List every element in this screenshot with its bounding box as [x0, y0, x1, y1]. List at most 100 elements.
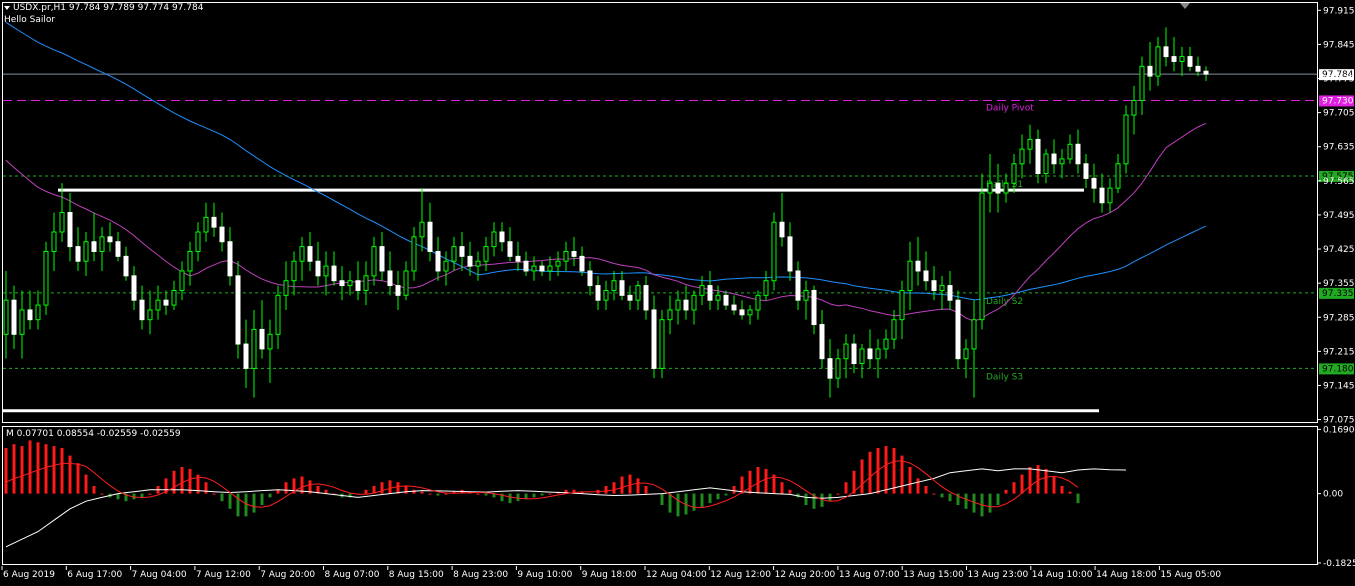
candle-body: [1027, 138, 1033, 150]
histogram-bar: [724, 493, 728, 496]
candle-body: [1139, 65, 1145, 101]
candle-body: [1107, 187, 1113, 204]
candle-body: [467, 255, 473, 267]
candle-body: [915, 260, 921, 272]
histogram-bar: [204, 482, 208, 494]
candle-body: [243, 343, 249, 369]
candle-body: [1115, 163, 1121, 189]
candle-body: [747, 309, 753, 316]
candle-body: [987, 182, 993, 194]
candle-body: [955, 299, 961, 360]
histogram-bar: [116, 493, 120, 500]
histogram-bar: [964, 493, 968, 509]
osc-tick-label: 0.1690: [1323, 426, 1355, 435]
level-price-label: 97.335: [1322, 289, 1354, 299]
main-chart-panel[interactable]: Daily Pivot97.730Daily S197.575Daily S29…: [0, 0, 1355, 426]
candle-body: [963, 348, 969, 360]
candle-body: [819, 324, 825, 360]
histogram-bar: [36, 442, 40, 494]
candle-body: [563, 250, 569, 262]
candle-body: [667, 309, 673, 321]
histogram-bar: [140, 493, 144, 498]
candle-body: [883, 338, 889, 350]
candle-body: [427, 221, 433, 252]
candle-body: [387, 270, 393, 287]
histogram-bar: [716, 493, 720, 500]
price-tick-label: 97.215: [1323, 347, 1355, 357]
price-tick-label: 97.775: [1323, 75, 1355, 85]
candle-body: [43, 250, 49, 306]
histogram-bar: [100, 493, 104, 495]
candle-body: [67, 212, 73, 248]
histogram-bar: [268, 493, 272, 498]
candle-body: [411, 236, 417, 272]
candle-body: [939, 285, 945, 291]
time-tick-label: 7 Aug 20:00: [260, 570, 315, 580]
time-tick-label: 12 Aug 20:00: [775, 570, 836, 580]
histogram-bar: [380, 482, 384, 494]
histogram-bar: [932, 493, 936, 495]
candle-body: [1059, 158, 1065, 165]
histogram-bar: [84, 474, 88, 494]
candle-body: [443, 260, 449, 272]
histogram-bar: [1028, 467, 1032, 494]
candle-body: [1067, 143, 1073, 160]
candle-body: [267, 333, 273, 350]
candle-body: [579, 255, 585, 272]
time-tick-label: 7 Aug 04:00: [132, 570, 187, 580]
oscillator-panel[interactable]: 0.1690 0.00 -0.1825 M 0.07701 0.08554 -0.0…: [0, 426, 1355, 566]
time-tick-label: 9 Aug 18:00: [582, 570, 637, 580]
histogram-bar: [692, 493, 696, 511]
level-name: Daily S3: [986, 372, 1023, 382]
price-tick-label: 97.705: [1323, 109, 1355, 119]
histogram-bar: [668, 493, 672, 513]
histogram-bar: [260, 493, 264, 505]
price-tick-label: 97.285: [1323, 313, 1355, 323]
candle-body: [35, 304, 41, 321]
oscillator-chart: 0.1690 0.00 -0.1825: [2, 426, 1355, 566]
time-tick-label: 7 Aug 12:00: [196, 570, 251, 580]
candle-body: [499, 231, 505, 243]
candle-body: [1003, 182, 1009, 194]
candle-body: [707, 285, 713, 301]
candle-body: [859, 348, 865, 365]
candle-body: [627, 294, 633, 301]
price-tick-label: 97.915: [1323, 6, 1355, 16]
candle-body: [571, 250, 577, 257]
candle-body: [1043, 153, 1049, 175]
candle-body: [651, 309, 657, 369]
candle-body: [1187, 56, 1193, 67]
time-tick-label: 9 Aug 10:00: [517, 570, 572, 580]
histogram-bar: [868, 451, 872, 494]
time-axis: 6 Aug 2019 6 Aug 17:00 7 Aug 04:00 7 Aug 12…: [0, 566, 1355, 586]
candle-body: [795, 270, 801, 301]
candle-body: [1163, 46, 1169, 58]
histogram-bar: [284, 482, 288, 494]
candle-body: [659, 319, 665, 369]
candle-body: [611, 280, 617, 291]
histogram-bar: [708, 493, 712, 504]
histogram-bar: [236, 493, 240, 517]
candle-body: [515, 255, 521, 262]
level-price-label: 97.180: [1322, 364, 1354, 374]
candle-body: [475, 260, 481, 267]
candle-body: [1035, 138, 1041, 175]
candle-body: [843, 343, 849, 360]
dropdown-arrow-icon[interactable]: [4, 5, 10, 10]
candle-body: [595, 285, 601, 301]
candle-body: [99, 236, 105, 252]
scroll-marker-icon[interactable]: [1180, 3, 1190, 9]
candle-body: [603, 289, 609, 301]
price-tick-label: 97.355: [1323, 279, 1355, 289]
candle-body: [1011, 163, 1017, 184]
histogram-bar: [1004, 489, 1008, 494]
candle-body: [739, 309, 745, 316]
candle-body: [227, 241, 233, 277]
candle-body: [643, 285, 649, 311]
histogram-bar: [884, 446, 888, 494]
candle-body: [1155, 46, 1161, 77]
histogram-bar: [892, 448, 896, 494]
histogram-bar: [28, 440, 32, 494]
histogram-bar: [988, 493, 992, 513]
price-tick-label: 97.145: [1323, 381, 1355, 391]
